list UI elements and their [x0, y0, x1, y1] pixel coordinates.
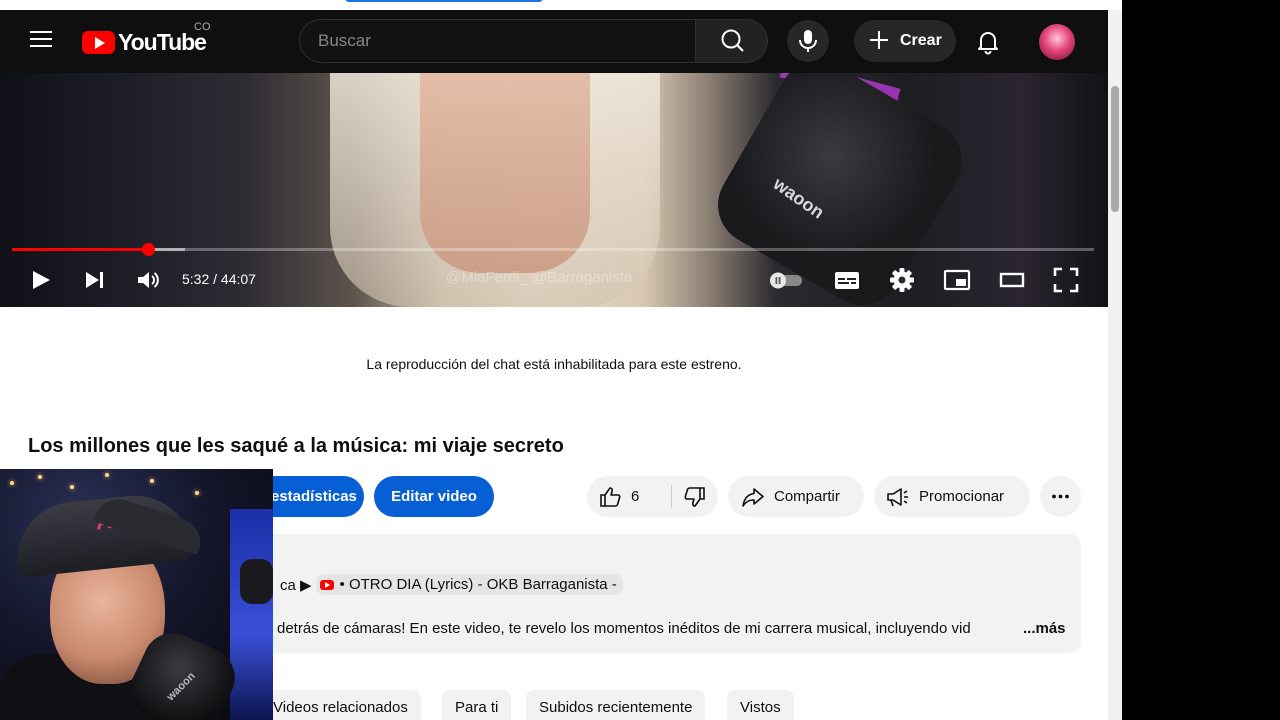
top-strip — [0, 0, 1108, 10]
progress-scrubber[interactable] — [142, 243, 155, 256]
like-dislike-group: 6 — [587, 476, 718, 517]
like-count: 6 — [631, 488, 640, 505]
video-watermark: @MiaFerrli_ @Barraganista — [446, 269, 633, 286]
voice-search-button[interactable] — [787, 20, 829, 62]
play-button[interactable] — [28, 266, 54, 294]
linked-video-title: • OTRO DIA (Lyrics) - OKB Barraganista - — [339, 576, 617, 593]
fairy-light — [105, 473, 109, 477]
skip-next-icon — [86, 272, 103, 288]
fullscreen-button[interactable] — [1052, 266, 1080, 294]
description-line: ca ▶ • OTRO DIA (Lyrics) - OKB Barragani… — [280, 574, 623, 595]
fairy-light — [70, 485, 74, 489]
description-more-button[interactable]: ...más — [1019, 620, 1066, 637]
webcam-background-light — [230, 509, 273, 720]
fairy-light — [10, 481, 14, 485]
fairy-light — [195, 491, 199, 495]
progress-bar[interactable] — [12, 243, 1094, 256]
like-button[interactable]: 6 — [587, 476, 671, 517]
thumbs-up-icon — [600, 487, 621, 507]
chip-recently-uploaded[interactable]: Subidos recientemente — [526, 690, 706, 720]
top-pill — [345, 0, 543, 2]
webcam-overlay: A waoon — [0, 469, 273, 720]
search-button[interactable] — [695, 19, 768, 63]
bell-icon — [978, 32, 998, 55]
promote-button[interactable]: Promocionar — [874, 476, 1030, 517]
fairy-light — [38, 475, 42, 479]
video-frame-person — [420, 73, 590, 273]
gear-icon — [890, 268, 914, 292]
chip-watched[interactable]: Vistos — [727, 690, 794, 720]
chat-replay-notice: La reproducción del chat está inhabilita… — [366, 356, 742, 372]
autoplay-toggle[interactable] — [766, 266, 806, 294]
share-button[interactable]: Compartir — [728, 476, 864, 517]
scrollbar-thumb[interactable] — [1111, 86, 1119, 212]
play-icon — [33, 271, 50, 289]
video-player[interactable]: waoon @MiaFerrli_ @Barraganista 5:32 / 4… — [0, 73, 1108, 307]
youtube-logo[interactable]: YouTube — [82, 27, 207, 57]
theater-mode-button[interactable] — [998, 266, 1026, 294]
miniplayer-button[interactable] — [942, 266, 972, 294]
thumbs-down-icon — [684, 487, 705, 507]
subtitles-icon — [835, 272, 859, 289]
chip-for-you[interactable]: Para ti — [442, 690, 512, 720]
create-button[interactable]: Crear — [854, 20, 956, 62]
webcam-mic-brand: waoon — [164, 670, 198, 704]
search-input[interactable]: Buscar — [299, 19, 696, 63]
autoplay-toggle-icon — [770, 272, 802, 289]
settings-button[interactable] — [888, 266, 916, 294]
webcam-mic-arm — [240, 559, 273, 604]
masthead: YouTube CO Buscar Crear — [0, 10, 1108, 73]
search-icon — [721, 29, 744, 52]
account-avatar[interactable] — [1039, 24, 1075, 60]
plus-icon — [870, 31, 888, 49]
youtube-play-logo-icon — [82, 30, 115, 54]
microphone-icon — [799, 30, 817, 52]
page-scrollbar[interactable] — [1108, 10, 1122, 720]
share-icon — [742, 488, 764, 507]
description-box[interactable]: ca ▶ • OTRO DIA (Lyrics) - OKB Barragani… — [250, 534, 1081, 653]
dislike-button[interactable] — [672, 476, 718, 517]
chip-related-videos[interactable]: Videos relacionados — [260, 690, 421, 720]
promote-label: Promocionar — [919, 488, 1005, 505]
miniplayer-icon — [943, 269, 971, 291]
video-title: Los millones que les saqué a la música: … — [28, 435, 564, 457]
country-code: CO — [194, 21, 211, 33]
more-horizontal-icon — [1052, 494, 1069, 499]
mute-button[interactable] — [134, 266, 162, 294]
logo-text: YouTube — [118, 28, 207, 55]
youtube-mini-icon — [319, 579, 334, 590]
theater-mode-icon — [999, 272, 1025, 288]
volume-icon — [138, 272, 159, 288]
next-button[interactable] — [82, 266, 108, 294]
more-actions-button[interactable] — [1040, 476, 1081, 517]
create-label: Crear — [900, 32, 942, 49]
menu-icon[interactable] — [30, 31, 52, 49]
fairy-light — [150, 479, 154, 483]
progress-played — [12, 248, 148, 251]
megaphone-icon — [887, 488, 908, 507]
share-label: Compartir — [774, 488, 840, 505]
linked-video-chip[interactable]: • OTRO DIA (Lyrics) - OKB Barraganista - — [315, 574, 623, 595]
fullscreen-icon — [1053, 267, 1079, 293]
time-display: 5:32 / 44:07 — [182, 271, 256, 287]
description-prefix: ca ▶ — [280, 576, 312, 594]
description-text: detrás de cámaras! En este video, te rev… — [277, 620, 971, 637]
subtitles-button[interactable] — [832, 266, 862, 294]
notifications-button[interactable] — [970, 24, 1006, 60]
edit-video-button[interactable]: Editar video — [374, 476, 494, 517]
